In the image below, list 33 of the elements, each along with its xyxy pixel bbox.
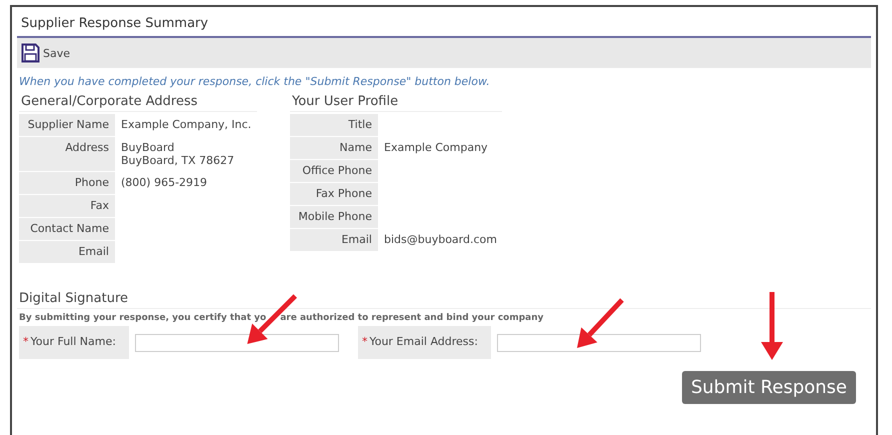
field-value: Example Company bbox=[384, 141, 488, 154]
disclaimer-text: are authorized to represent and bind your company bbox=[280, 313, 544, 323]
field-label: Email bbox=[19, 241, 115, 263]
field-label: Email bbox=[290, 229, 378, 251]
field-label: Your Email Address: bbox=[369, 335, 478, 348]
input-field[interactable] bbox=[496, 334, 701, 352]
field-label: Mobile Phone bbox=[290, 206, 378, 228]
disclaimer-text: By submitting your response, you certify that yo bbox=[19, 313, 266, 323]
field-value: BuyBoard BuyBoard, TX 78627 bbox=[121, 141, 234, 167]
arrow-annotation bbox=[577, 298, 624, 348]
section-heading: Your User Profile bbox=[290, 92, 502, 112]
field-label: Contact Name bbox=[19, 218, 115, 240]
field-label: Your Full Name: bbox=[30, 335, 116, 348]
input-field[interactable] bbox=[134, 334, 339, 352]
instruction-text: When you have completed your response, click the "Submit Response" button below. bbox=[18, 74, 491, 90]
submit-button[interactable]: Submit Response bbox=[682, 371, 856, 404]
field-value: bids@buyboard.com bbox=[384, 233, 497, 246]
save-button[interactable]: Save bbox=[21, 43, 70, 63]
field-label: Title bbox=[290, 114, 378, 136]
required-marker: * bbox=[362, 335, 368, 348]
required-marker: * bbox=[23, 335, 28, 348]
field-label: Name bbox=[290, 137, 378, 159]
field-label: Address bbox=[19, 137, 115, 171]
section-heading: Digital Signature bbox=[17, 289, 871, 309]
field-value: Example Company, Inc. bbox=[121, 118, 252, 131]
field-label: Fax Phone bbox=[290, 183, 378, 205]
arrow-annotation bbox=[761, 292, 783, 360]
field-label: Fax bbox=[19, 195, 115, 217]
field-label: Office Phone bbox=[290, 160, 378, 182]
field-label: Phone bbox=[19, 172, 115, 194]
field-value: (800) 965-2919 bbox=[121, 176, 208, 189]
field-label: Supplier Name bbox=[19, 114, 115, 136]
section-heading: General/Corporate Address bbox=[19, 92, 257, 112]
